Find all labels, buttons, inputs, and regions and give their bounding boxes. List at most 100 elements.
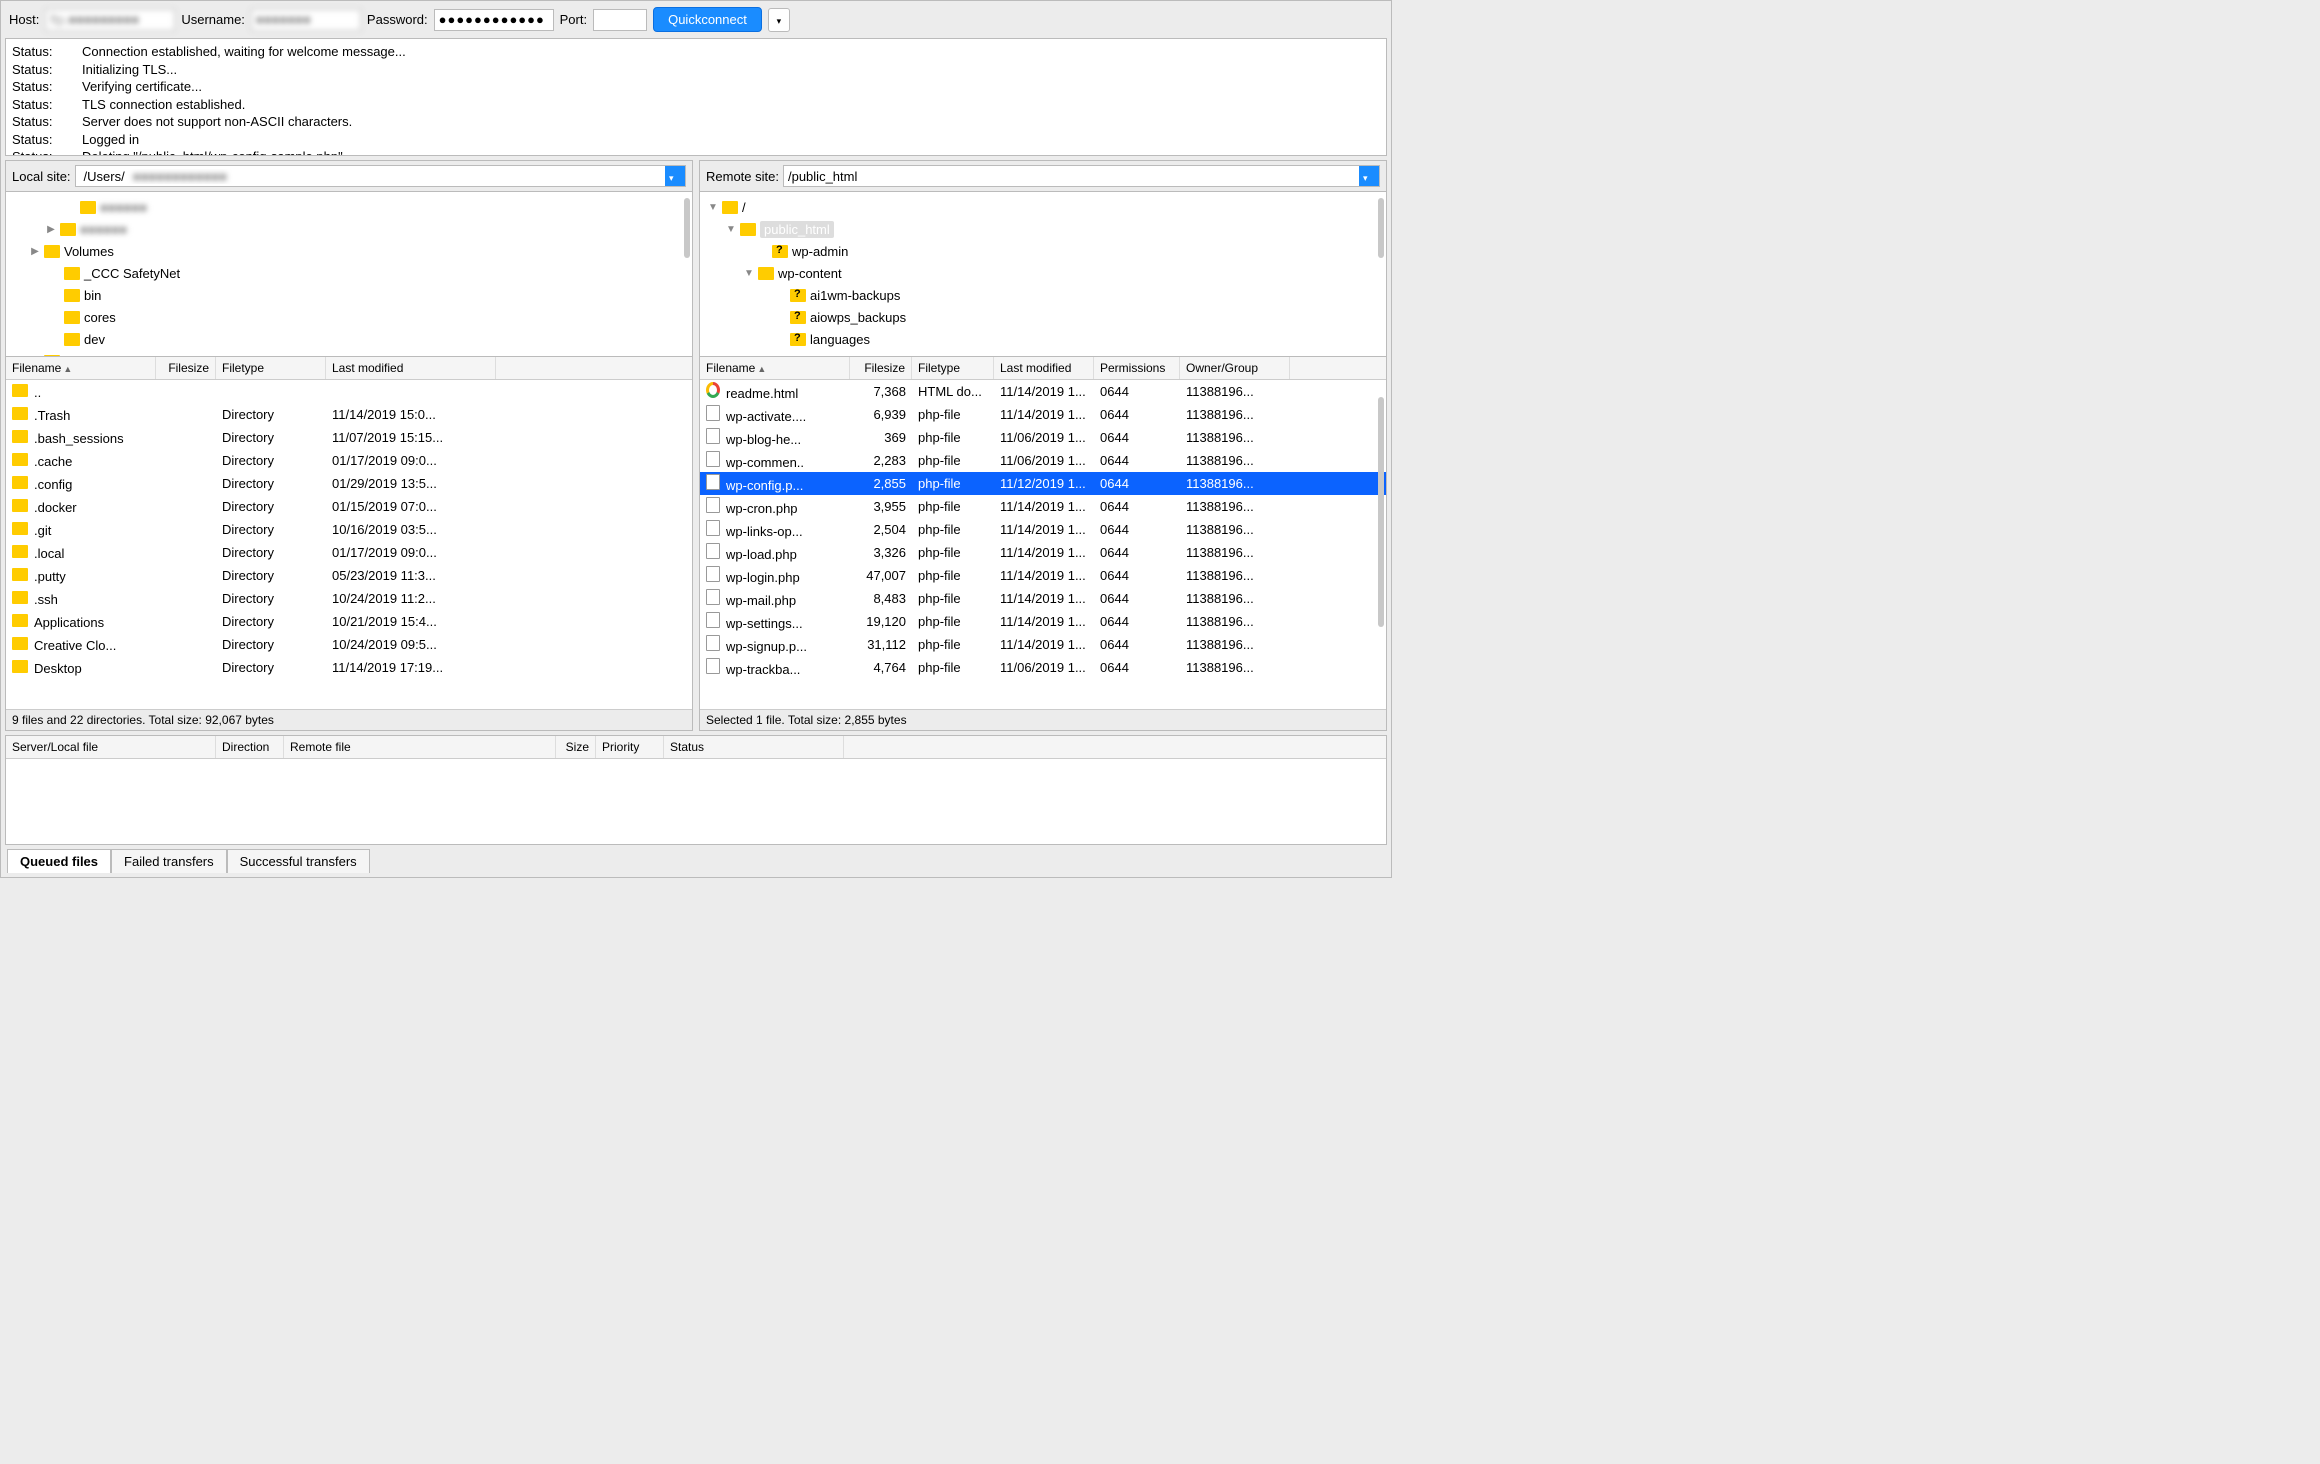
- file-row[interactable]: wp-cron.php3,955php-file11/14/2019 1...0…: [700, 495, 1386, 518]
- file-cell: [156, 620, 216, 624]
- file-row[interactable]: wp-settings...19,120php-file11/14/2019 1…: [700, 610, 1386, 633]
- tab-successful-transfers[interactable]: Successful transfers: [227, 849, 370, 873]
- disclosure-triangle-icon[interactable]: ▼: [726, 224, 736, 235]
- file-row[interactable]: .cacheDirectory01/17/2019 09:0...: [6, 449, 692, 472]
- file-cell: 11388196...: [1180, 520, 1290, 539]
- file-row[interactable]: wp-blog-he...369php-file11/06/2019 1...0…: [700, 426, 1386, 449]
- column-header[interactable]: Permissions: [1094, 357, 1180, 379]
- tree-item[interactable]: ▶■■■■■■: [6, 218, 692, 240]
- tree-item[interactable]: ▼ wp-content: [700, 262, 1386, 284]
- disclosure-triangle-icon[interactable]: ▶: [46, 224, 56, 235]
- file-cell: 369: [850, 428, 912, 447]
- file-cell: 8,483: [850, 589, 912, 608]
- port-input[interactable]: [593, 9, 647, 31]
- tree-item-label: wp-content: [778, 266, 842, 281]
- tree-item[interactable]: bin: [6, 284, 692, 306]
- tree-item[interactable]: dev: [6, 328, 692, 350]
- file-row[interactable]: .configDirectory01/29/2019 13:5...: [6, 472, 692, 495]
- tree-item[interactable]: cores: [6, 306, 692, 328]
- folder-icon: [12, 591, 28, 604]
- column-header[interactable]: Filename▲: [700, 357, 850, 379]
- tree-item[interactable]: ▼public_html: [700, 218, 1386, 240]
- file-row[interactable]: DesktopDirectory11/14/2019 17:19...: [6, 656, 692, 679]
- remote-path-dropdown[interactable]: [1359, 166, 1379, 186]
- column-header[interactable]: Owner/Group: [1180, 357, 1290, 379]
- column-header[interactable]: Remote file: [284, 736, 556, 758]
- tree-item[interactable]: ▶etc: [6, 350, 692, 357]
- tab-queued-files[interactable]: Queued files: [7, 849, 111, 873]
- file-cell: Applications: [6, 612, 156, 632]
- file-row[interactable]: wp-config.p...2,855php-file11/12/2019 1.…: [700, 472, 1386, 495]
- scrollbar-thumb[interactable]: [1378, 397, 1384, 627]
- column-header[interactable]: Last modified: [326, 357, 496, 379]
- file-row[interactable]: .dockerDirectory01/15/2019 07:0...: [6, 495, 692, 518]
- folder-icon: [790, 333, 806, 346]
- file-row[interactable]: ..: [6, 380, 692, 403]
- column-header[interactable]: Filesize: [156, 357, 216, 379]
- tab-failed-transfers[interactable]: Failed transfers: [111, 849, 227, 873]
- file-row[interactable]: wp-trackba...4,764php-file11/06/2019 1..…: [700, 656, 1386, 679]
- file-row[interactable]: wp-mail.php8,483php-file11/14/2019 1...0…: [700, 587, 1386, 610]
- file-row[interactable]: .gitDirectory10/16/2019 03:5...: [6, 518, 692, 541]
- log-label: Status:: [12, 61, 62, 79]
- remote-rows[interactable]: readme.html7,368HTML do...11/14/2019 1..…: [700, 380, 1386, 709]
- local-rows[interactable]: ...TrashDirectory11/14/2019 15:0....bash…: [6, 380, 692, 709]
- username-input[interactable]: [251, 9, 361, 31]
- local-path-input[interactable]: /Users/■■■■■■■■■■■■: [75, 165, 686, 187]
- quickconnect-button[interactable]: Quickconnect: [653, 7, 762, 32]
- column-header[interactable]: Size: [556, 736, 596, 758]
- quickconnect-history-dropdown[interactable]: [768, 8, 790, 32]
- file-row[interactable]: .puttyDirectory05/23/2019 11:3...: [6, 564, 692, 587]
- scrollbar-thumb[interactable]: [1378, 198, 1384, 258]
- remote-tree[interactable]: ▼/▼public_htmlwp-admin ▼ wp-content ai1wm-b…: [699, 192, 1387, 357]
- file-cell: 11388196...: [1180, 589, 1290, 608]
- column-header[interactable]: Filesize: [850, 357, 912, 379]
- disclosure-triangle-icon[interactable]: ▼: [744, 268, 754, 279]
- file-cell: HTML do...: [912, 382, 994, 401]
- remote-columns[interactable]: Filename▲FilesizeFiletypeLast modifiedPe…: [700, 357, 1386, 380]
- file-row[interactable]: wp-activate....6,939php-file11/14/2019 1…: [700, 403, 1386, 426]
- column-header[interactable]: Last modified: [994, 357, 1094, 379]
- file-row[interactable]: wp-commen..2,283php-file11/06/2019 1...0…: [700, 449, 1386, 472]
- queue-columns[interactable]: Server/Local fileDirectionRemote fileSiz…: [6, 736, 1386, 759]
- disclosure-triangle-icon[interactable]: ▶: [30, 246, 40, 257]
- tree-item[interactable]: ▼/: [700, 196, 1386, 218]
- file-row[interactable]: .TrashDirectory11/14/2019 15:0...: [6, 403, 692, 426]
- column-header[interactable]: Filename▲: [6, 357, 156, 379]
- column-header[interactable]: Direction: [216, 736, 284, 758]
- remote-path-input[interactable]: /public_html: [783, 165, 1380, 187]
- password-input[interactable]: [434, 9, 554, 31]
- message-log[interactable]: Status:Connection established, waiting f…: [5, 38, 1387, 156]
- local-columns[interactable]: Filename▲FilesizeFiletypeLast modified: [6, 357, 692, 380]
- file-row[interactable]: .sshDirectory10/24/2019 11:2...: [6, 587, 692, 610]
- file-row[interactable]: ApplicationsDirectory10/21/2019 15:4...: [6, 610, 692, 633]
- tree-item[interactable]: ▶Volumes: [6, 240, 692, 262]
- file-row[interactable]: .localDirectory01/17/2019 09:0...: [6, 541, 692, 564]
- disclosure-triangle-icon[interactable]: ▼: [708, 202, 718, 213]
- tree-item[interactable]: ai1wm-backups: [700, 284, 1386, 306]
- local-tree[interactable]: ■■■■■■▶■■■■■■▶Volumes_CCC SafetyNetbinco…: [5, 192, 693, 357]
- file-row[interactable]: Creative Clo...Directory10/24/2019 09:5.…: [6, 633, 692, 656]
- column-header[interactable]: Server/Local file: [6, 736, 216, 758]
- column-header[interactable]: Filetype: [912, 357, 994, 379]
- file-row[interactable]: .bash_sessionsDirectory11/07/2019 15:15.…: [6, 426, 692, 449]
- tree-item[interactable]: languages: [700, 328, 1386, 350]
- tree-item[interactable]: aiowps_backups: [700, 306, 1386, 328]
- host-input[interactable]: [45, 9, 175, 31]
- column-header[interactable]: Priority: [596, 736, 664, 758]
- file-row[interactable]: wp-links-op...2,504php-file11/14/2019 1.…: [700, 518, 1386, 541]
- column-header[interactable]: Filetype: [216, 357, 326, 379]
- file-row[interactable]: wp-load.php3,326php-file11/14/2019 1...0…: [700, 541, 1386, 564]
- scrollbar-thumb[interactable]: [684, 198, 690, 258]
- file-row[interactable]: wp-signup.p...31,112php-file11/14/2019 1…: [700, 633, 1386, 656]
- file-row[interactable]: wp-login.php47,007php-file11/14/2019 1..…: [700, 564, 1386, 587]
- queue-body[interactable]: [6, 759, 1386, 844]
- tree-item[interactable]: wp-admin: [700, 240, 1386, 262]
- tree-item[interactable]: _CCC SafetyNet: [6, 262, 692, 284]
- file-cell: 19,120: [850, 612, 912, 631]
- tree-item[interactable]: ■■■■■■: [6, 196, 692, 218]
- file-row[interactable]: readme.html7,368HTML do...11/14/2019 1..…: [700, 380, 1386, 403]
- local-path-dropdown[interactable]: [665, 166, 685, 186]
- file-icon: [706, 612, 720, 628]
- column-header[interactable]: Status: [664, 736, 844, 758]
